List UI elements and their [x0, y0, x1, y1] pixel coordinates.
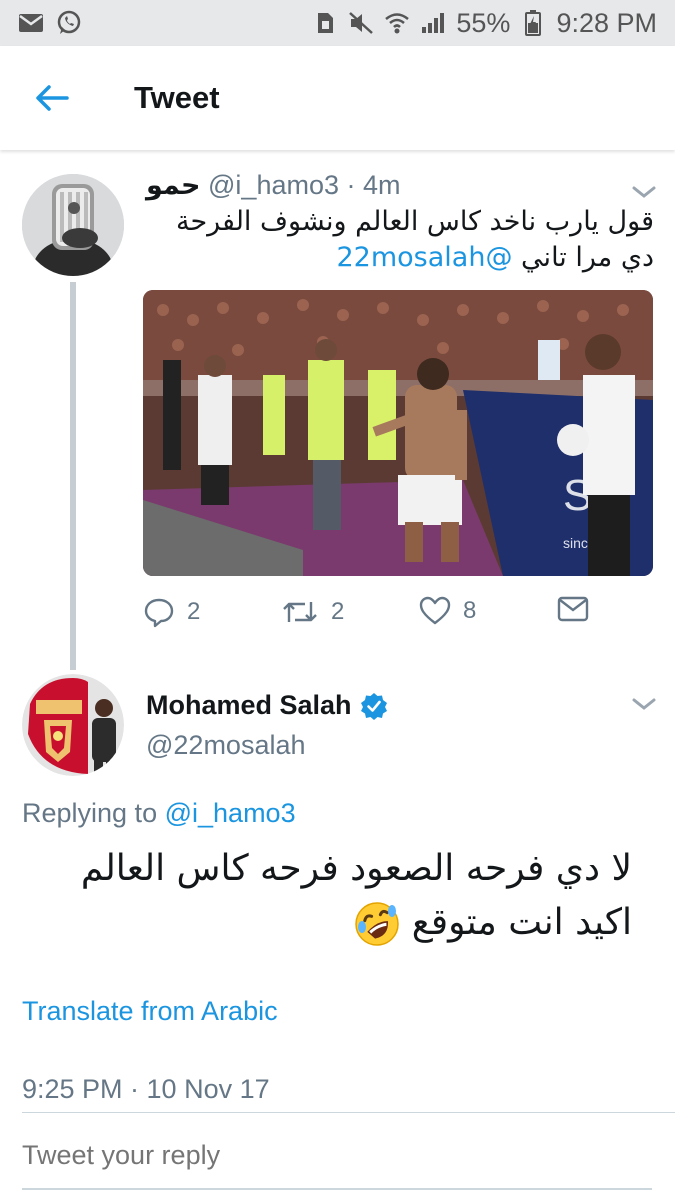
verified-badge-icon — [360, 692, 387, 720]
replying-to-link[interactable]: @i_hamo3 — [165, 798, 296, 828]
rolling-on-floor-laughing-emoji — [354, 901, 400, 947]
signal-icon — [420, 12, 446, 34]
reply-count: 2 — [187, 598, 201, 625]
author-handle[interactable]: @22mosalah — [146, 730, 306, 761]
battery-percent: 55% — [456, 7, 511, 38]
replying-prefix: Replying to — [22, 798, 158, 828]
reply-input-underline — [22, 1188, 652, 1190]
page-title: Tweet — [134, 80, 220, 115]
author-name[interactable]: Mohamed Salah — [146, 690, 352, 721]
status-bar: 55% 9:28 PM — [0, 0, 675, 46]
back-arrow-icon — [36, 85, 69, 111]
retweet-icon — [283, 602, 317, 622]
thread-connector — [70, 282, 76, 670]
reply-button[interactable]: 2 — [143, 596, 200, 628]
reply-input[interactable] — [22, 1140, 652, 1171]
heart-icon — [419, 596, 451, 625]
tweet-actions: 2 2 8 — [143, 596, 603, 632]
translate-link[interactable]: Translate from Arabic — [22, 996, 278, 1027]
sim-icon — [312, 12, 338, 34]
battery-icon — [520, 10, 546, 36]
clock: 9:28 PM — [556, 7, 657, 38]
whatsapp-icon — [56, 10, 82, 34]
reply-icon — [144, 598, 174, 628]
chevron-down-icon[interactable] — [628, 180, 660, 204]
retweet-button[interactable]: 2 — [281, 596, 344, 628]
direct-message-button[interactable] — [557, 596, 589, 622]
tweet-photo[interactable]: SA since — [143, 290, 653, 576]
like-button[interactable]: 8 — [419, 596, 476, 626]
retweet-count: 2 — [331, 598, 345, 625]
avatar[interactable] — [22, 674, 124, 776]
mail-icon — [18, 12, 44, 34]
app-header: Tweet — [0, 46, 675, 150]
chevron-down-icon[interactable] — [628, 692, 660, 716]
divider — [22, 1112, 675, 1113]
mention-link[interactable]: @22mosalah — [337, 242, 513, 273]
author-name-row[interactable]: Mohamed Salah — [146, 690, 388, 721]
avatar[interactable] — [22, 174, 124, 276]
like-count: 8 — [463, 597, 477, 624]
tweet-text: لا دي فرحه الصعود فرحه كاس العالم اكيد ا… — [22, 842, 632, 950]
replying-to: Replying to @i_hamo3 — [22, 798, 296, 829]
wifi-icon — [384, 12, 410, 34]
parent-tweet-text: قول يارب ناخد كاس العالم ونشوف الفرحة دي… — [146, 204, 654, 276]
parent-tweet-meta: حمو @i_hamo3 · 4m — [146, 170, 401, 201]
back-button[interactable] — [22, 68, 82, 128]
tweet-time: · 4m — [346, 170, 401, 200]
envelope-icon — [557, 596, 589, 622]
mute-icon — [348, 12, 374, 34]
author-handle[interactable]: @i_hamo3 — [208, 170, 339, 200]
author-name[interactable]: حمو — [146, 170, 201, 200]
tweet-timestamp: 9:25 PM · 10 Nov 17 — [22, 1074, 270, 1104]
